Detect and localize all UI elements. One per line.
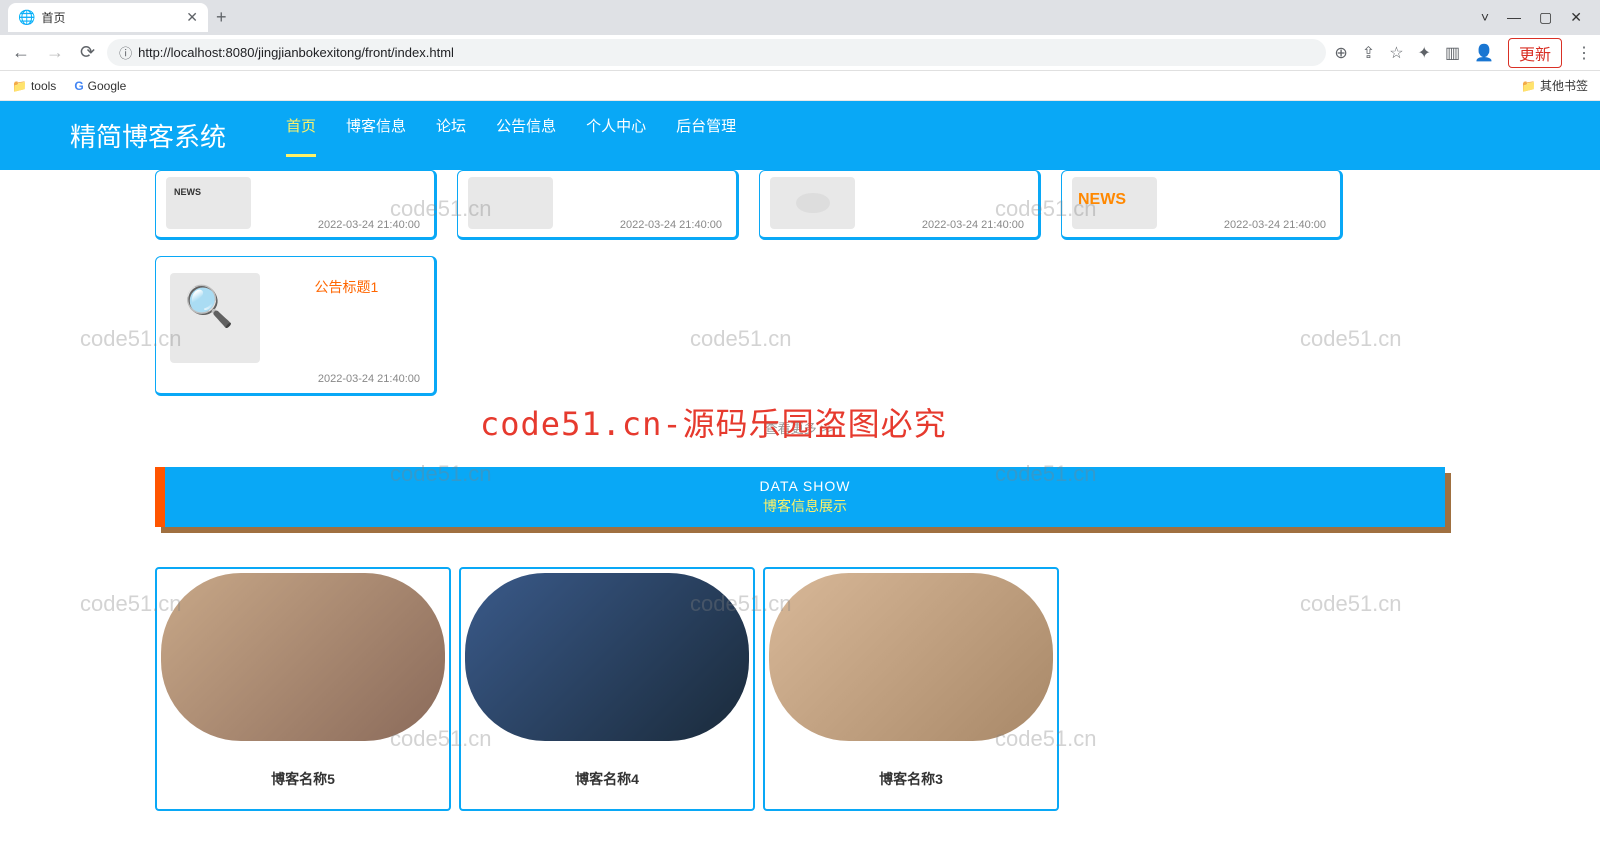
news-thumbnail-icon (468, 177, 553, 229)
bookmark-other[interactable]: 📁 其他书签 (1521, 77, 1588, 94)
update-button[interactable]: 更新 (1508, 38, 1562, 68)
news-thumbnail-icon (166, 177, 251, 229)
globe-icon: 🌐 (18, 9, 35, 26)
back-button[interactable]: ← (8, 38, 34, 67)
nav-forum[interactable]: 论坛 (436, 115, 466, 157)
address-icons: ⊕ ⇪ ☆ ✦ ▥ 👤 更新 ⋮ (1334, 38, 1592, 68)
blog-name: 博客名称4 (465, 769, 749, 789)
extensions-icon[interactable]: ✦ (1418, 43, 1431, 63)
address-bar: ← → ⟳ ⓘ http://localhost:8080/jingjianbo… (0, 35, 1600, 71)
site-info-icon[interactable]: ⓘ (119, 43, 132, 62)
side-panel-icon[interactable]: ▥ (1445, 43, 1460, 63)
google-icon: G (74, 79, 83, 93)
news-date: 2022-03-24 21:40:00 (1224, 219, 1326, 231)
announcement-date: 2022-03-24 21:40:00 (318, 373, 420, 385)
blog-card[interactable]: 博客名称4 (459, 567, 755, 811)
nav-personal[interactable]: 个人中心 (586, 115, 646, 157)
news-date: 2022-03-24 21:40:00 (318, 219, 420, 231)
folder-icon: 📁 (1521, 79, 1536, 93)
view-more-link[interactable]: 查看更多 >> (155, 418, 1445, 437)
tab-close-icon[interactable]: ✕ (186, 9, 198, 26)
folder-icon: 📁 (12, 79, 27, 93)
browser-tab[interactable]: 🌐 首页 ✕ (8, 3, 208, 32)
section-title-en: DATA SHOW (760, 478, 851, 494)
blog-avatar (769, 573, 1053, 741)
url-text: http://localhost:8080/jingjianbokexitong… (138, 45, 454, 60)
new-tab-button[interactable]: + (216, 7, 227, 28)
nav-announcement[interactable]: 公告信息 (496, 115, 556, 157)
news-date: 2022-03-24 21:40:00 (922, 219, 1024, 231)
announcement-thumbnail-icon (170, 273, 260, 363)
page-content: 精简博客系统 首页 博客信息 论坛 公告信息 个人中心 后台管理 2022-03… (0, 101, 1600, 860)
announcement-card[interactable]: 公告标题1 2022-03-24 21:40:00 (155, 256, 437, 396)
section-header: DATA SHOW 博客信息展示 (155, 467, 1445, 527)
window-dropdown-icon[interactable]: ˅ (1481, 9, 1489, 26)
window-minimize-icon[interactable]: — (1507, 9, 1521, 26)
nav-blog-info[interactable]: 博客信息 (346, 115, 406, 157)
window-maximize-icon[interactable]: ▢ (1539, 9, 1552, 26)
profile-icon[interactable]: 👤 (1474, 43, 1494, 63)
news-card[interactable]: 2022-03-24 21:40:00 (1061, 170, 1343, 240)
news-thumbnail-icon (1072, 177, 1157, 229)
menu-icon[interactable]: ⋮ (1576, 43, 1592, 63)
bookmark-tools[interactable]: 📁 tools (12, 79, 56, 93)
site-header: 精简博客系统 首页 博客信息 论坛 公告信息 个人中心 后台管理 (0, 101, 1600, 170)
zoom-icon[interactable]: ⊕ (1334, 43, 1347, 63)
nav-home[interactable]: 首页 (286, 115, 316, 157)
window-close-icon[interactable]: ✕ (1570, 9, 1582, 26)
blog-card[interactable]: 博客名称5 (155, 567, 451, 811)
tab-title: 首页 (41, 9, 65, 26)
news-thumbnail-icon (770, 177, 855, 229)
news-card[interactable]: 2022-03-24 21:40:00 (759, 170, 1041, 240)
news-cards-row: 2022-03-24 21:40:00 2022-03-24 21:40:00 … (155, 170, 1445, 240)
tab-bar: 🌐 首页 ✕ + ˅ — ▢ ✕ (0, 0, 1600, 35)
blog-avatar (465, 573, 749, 741)
section-title-cn: 博客信息展示 (763, 496, 847, 516)
nav-admin[interactable]: 后台管理 (676, 115, 736, 157)
blog-card[interactable]: 博客名称3 (763, 567, 1059, 811)
news-date: 2022-03-24 21:40:00 (620, 219, 722, 231)
section-banner: DATA SHOW 博客信息展示 (155, 467, 1445, 527)
news-card[interactable]: 2022-03-24 21:40:00 (155, 170, 437, 240)
forward-button[interactable]: → (42, 38, 68, 67)
bookmark-google[interactable]: G Google (74, 79, 126, 93)
blog-name: 博客名称3 (769, 769, 1053, 789)
reload-button[interactable]: ⟳ (76, 38, 99, 67)
url-field[interactable]: ⓘ http://localhost:8080/jingjianbokexito… (107, 39, 1326, 66)
announcement-title: 公告标题1 (314, 277, 378, 297)
blog-name: 博客名称5 (161, 769, 445, 789)
site-title: 精简博客系统 (70, 117, 226, 154)
bookmarks-bar: 📁 tools G Google 📁 其他书签 (0, 71, 1600, 101)
blog-cards-row: 博客名称5 博客名称4 博客名称3 (155, 567, 1445, 811)
browser-chrome: 🌐 首页 ✕ + ˅ — ▢ ✕ ← → ⟳ ⓘ http://localhos… (0, 0, 1600, 101)
bookmark-star-icon[interactable]: ☆ (1389, 43, 1403, 63)
share-icon[interactable]: ⇪ (1362, 43, 1375, 63)
window-controls: ˅ — ▢ ✕ (1481, 9, 1592, 26)
news-card[interactable]: 2022-03-24 21:40:00 (457, 170, 739, 240)
blog-avatar (161, 573, 445, 741)
main-content: 2022-03-24 21:40:00 2022-03-24 21:40:00 … (0, 170, 1600, 831)
main-nav: 首页 博客信息 论坛 公告信息 个人中心 后台管理 (286, 115, 736, 157)
